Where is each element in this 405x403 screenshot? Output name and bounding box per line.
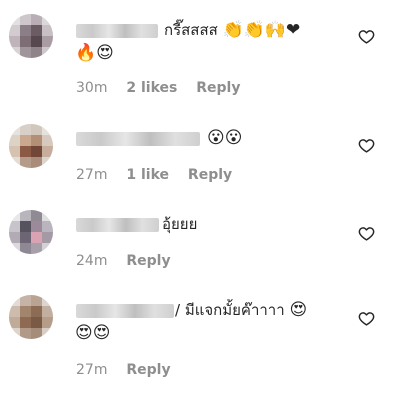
comment-text-line-1: อุ้ยยย [162,213,197,235]
comment-4: / มีแจกมั้ยค๊าาาา 😍 😍😍 27m Reply [0,290,405,403]
reply-button[interactable]: Reply [126,253,170,269]
comment-meta: 27m 1 like Reply [76,166,232,184]
reply-button[interactable]: Reply [188,167,232,183]
username-redacted[interactable] [76,132,200,146]
comment-1: กรี๊สสสส 👏👏🙌❤ 🔥😍 30m 2 likes Reply [0,0,405,110]
reply-button[interactable]: Reply [196,80,240,96]
comment-text: กรี๊สสสส [164,21,218,39]
heart-outline-icon[interactable] [358,137,375,154]
username-redacted[interactable] [76,304,174,318]
comment-meta: 27m Reply [76,361,171,379]
username-redacted[interactable] [76,24,158,38]
comment-emojis-line-2: 😍😍 [75,323,111,343]
comment-time[interactable]: 27m [76,362,107,378]
heart-outline-icon[interactable] [358,225,375,242]
heart-outline-icon[interactable] [358,310,375,327]
avatar[interactable] [9,14,53,58]
username-redacted[interactable] [76,218,159,232]
reply-button[interactable]: Reply [126,362,170,378]
comment-meta: 24m Reply [76,252,171,270]
heart-outline-icon[interactable] [358,28,375,45]
comment-likes[interactable]: 2 likes [126,80,177,96]
comment-emojis: 👏👏🙌❤ [222,20,301,40]
comment-text-line-1: กรี๊สสสส 👏👏🙌❤ [164,19,300,41]
comment-time[interactable]: 30m [76,80,107,96]
comment-text: อุ้ยยย [162,215,198,233]
avatar[interactable] [9,210,53,254]
avatar[interactable] [9,124,53,168]
comment-text-line-1: / มีแจกมั้ยค๊าาาา 😍 [175,299,307,321]
comment-emojis-line-2: 🔥😍 [75,43,114,63]
comment-time[interactable]: 24m [76,253,107,269]
comment-time[interactable]: 27m [76,167,107,183]
comment-text: / มีแจกมั้ยค๊าาาา [175,301,285,319]
comment-3: อุ้ยยย 24m Reply [0,202,405,290]
comment-emojis: 😮😮 [207,128,243,148]
comment-likes[interactable]: 1 like [126,167,169,183]
comment-text-line-1: 😮😮 [207,127,242,149]
avatar[interactable] [9,295,53,339]
comment-2: 😮😮 27m 1 like Reply [0,110,405,202]
comment-meta: 30m 2 likes Reply [76,79,240,97]
comment-emojis: 😍 [289,300,308,320]
